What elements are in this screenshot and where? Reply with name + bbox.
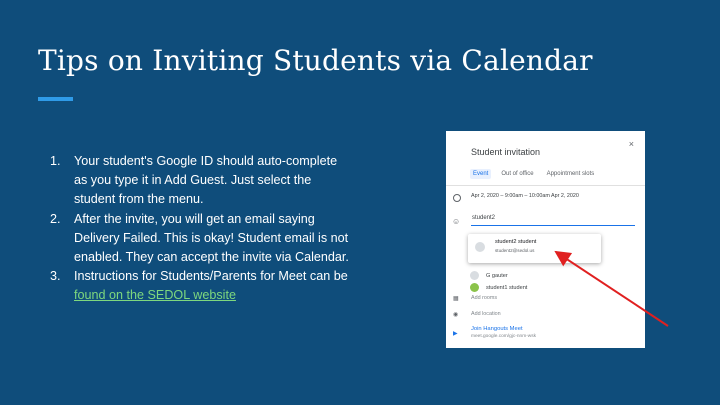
- tab-event[interactable]: Event: [470, 169, 492, 179]
- location-icon: ◉: [453, 312, 459, 318]
- add-person-icon: ☺: [452, 217, 461, 226]
- join-meet-link[interactable]: Join Hangouts Meet: [471, 326, 523, 332]
- add-guest-input[interactable]: student2: [471, 215, 635, 226]
- slide-title: Tips on Inviting Students via Calendar: [38, 44, 593, 77]
- clock-icon: [453, 194, 461, 202]
- meet-url: meet.google.com/gjc-nnm-wsk: [471, 334, 537, 339]
- divider: [446, 185, 645, 186]
- add-rooms[interactable]: Add rooms: [471, 295, 497, 301]
- avatar: [475, 242, 485, 252]
- close-icon[interactable]: ×: [629, 139, 634, 149]
- avatar: [470, 271, 479, 280]
- title-accent-bar: [38, 97, 73, 101]
- sedol-website-link[interactable]: found on the SEDOL website: [74, 288, 236, 302]
- tips-list: 1. Your student's Google ID should auto-…: [50, 152, 350, 306]
- guest-row: student1 student: [470, 283, 620, 294]
- tip-item: 1. Your student's Google ID should auto-…: [50, 152, 350, 210]
- guest-name: student1 student: [486, 284, 528, 291]
- tip-number: 3.: [50, 269, 61, 284]
- guest-name: G gauter: [486, 272, 508, 279]
- tab-out-of-office[interactable]: Out of office: [498, 169, 536, 179]
- video-camera-icon: ▶: [453, 331, 458, 337]
- tip-text: Instructions for Students/Parents for Me…: [74, 269, 348, 284]
- event-datetime[interactable]: Apr 2, 2020 – 9:00am – 10:00am Apr 2, 20…: [471, 193, 579, 199]
- tab-appointment-slots[interactable]: Appointment slots: [544, 169, 598, 179]
- calendar-invite-screenshot: Student invitation × Event Out of office…: [446, 131, 645, 348]
- avatar: [470, 283, 479, 292]
- event-type-tabs: Event Out of office Appointment slots: [470, 169, 597, 179]
- dialog-title: Student invitation: [471, 147, 541, 157]
- tip-text: Your student's Google ID should auto-com…: [74, 154, 338, 207]
- add-location[interactable]: Add location: [471, 311, 501, 317]
- guest-suggestion-dropdown[interactable]: student2 student student2@sedol.us: [468, 234, 601, 263]
- room-icon: ▦: [453, 296, 459, 302]
- guest-row: G gauter: [470, 271, 620, 282]
- tip-number: 2.: [50, 211, 61, 226]
- suggestion-email: student2@sedol.us: [495, 248, 535, 253]
- suggestion-name: student2 student: [495, 239, 537, 245]
- tip-text: After the invite, you will get an email …: [74, 211, 349, 265]
- tip-item: 2. After the invite, you will get an ema…: [50, 210, 350, 268]
- tip-number: 1.: [50, 154, 61, 168]
- tip-item: 3. Instructions for Students/Parents for…: [50, 267, 350, 305]
